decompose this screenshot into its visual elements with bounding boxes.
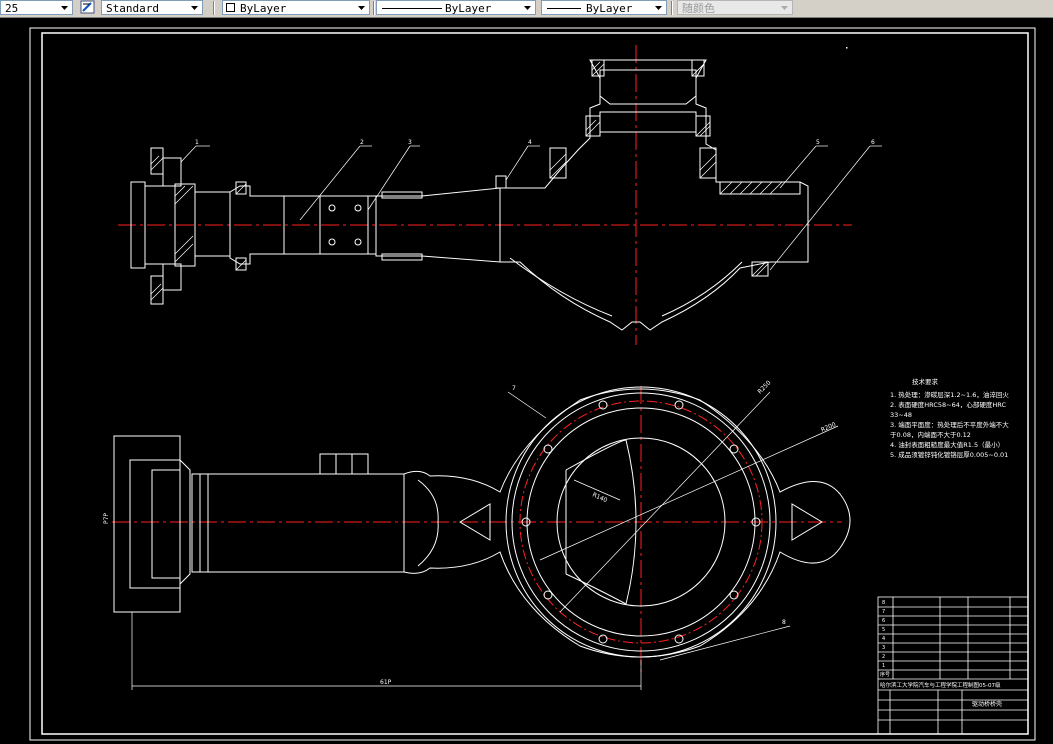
row-label: 4 — [882, 636, 885, 642]
tech-req-line: 5. 成品须镀锌钝化镀铬层厚0.005~0.01 — [890, 450, 1008, 459]
school-name: 哈尔滨工大学院汽车与工程学院工程制图05-07级 — [880, 681, 1001, 689]
tech-req-line: 4. 油封表面粗糙度最大值R1.5（最小） — [890, 440, 1004, 449]
lineweight-sample — [547, 8, 581, 9]
stray-point — [846, 47, 848, 49]
chevron-down-icon[interactable] — [522, 2, 533, 13]
frame-border — [41, 32, 1029, 735]
row-label: 7 — [882, 609, 885, 615]
toolbar-separator — [213, 1, 215, 15]
chevron-down-icon[interactable] — [653, 2, 664, 13]
callout-7: 7 — [512, 385, 516, 392]
drawing-canvas[interactable]: 1 2 3 4 5 6 61P P7P R250 R200 R140 7 8 技… — [0, 17, 1053, 744]
row-label: 2 — [882, 654, 885, 660]
callout-3: 3 — [408, 139, 412, 146]
lineweight-value: ByLayer — [586, 2, 633, 15]
tech-req-line: 3. 端面平面度：热处理后不平度外端不大 — [890, 420, 1009, 429]
chevron-down-icon — [779, 2, 790, 13]
text-style-dropdown[interactable]: Standard — [101, 0, 203, 15]
callout-6: 6 — [871, 139, 875, 146]
sheet-border — [29, 27, 1036, 741]
row-label: 8 — [882, 600, 885, 606]
linetype-dropdown[interactable]: ByLayer — [376, 0, 536, 15]
tech-req-line: 33~48 — [890, 411, 912, 419]
row-label: 序号 — [880, 671, 890, 678]
properties-toolbar: 25 Standard ByLayer ByLayer ByLayer 随颜色 — [0, 0, 1053, 18]
dimension-bottom: 61P — [380, 679, 392, 686]
callout-1: 1 — [195, 139, 199, 146]
callout-4: 4 — [528, 139, 532, 146]
chevron-down-icon[interactable] — [356, 2, 367, 13]
text-style-icon[interactable] — [80, 0, 96, 15]
part-name: 驱动桥桥壳 — [972, 700, 1002, 708]
callout-2: 2 — [360, 139, 364, 146]
parts-list — [877, 596, 1029, 735]
plot-style-dropdown: 随颜色 — [677, 0, 793, 15]
plot-style-value: 随颜色 — [682, 2, 715, 15]
layer-color-dropdown[interactable]: ByLayer — [222, 0, 370, 15]
linetype-value: ByLayer — [445, 2, 492, 15]
section-view — [118, 45, 882, 345]
toolbar-separator — [671, 1, 673, 15]
color-swatch-icon — [226, 3, 235, 12]
toolbar-separator — [373, 1, 375, 15]
radius-label-2: R200 — [820, 421, 837, 434]
chevron-down-icon[interactable] — [189, 2, 200, 13]
row-label: 6 — [882, 618, 885, 624]
row-label: 5 — [882, 627, 885, 633]
tech-requirements: 技术要求 1. 热处理：渗碳层深1.2~1.6，油淬回火 2. 表面硬度HRC5… — [890, 377, 1009, 459]
plan-view — [112, 386, 851, 690]
tech-req-title: 技术要求 — [912, 377, 939, 386]
text-style-value: Standard — [106, 2, 159, 15]
callout-5: 5 — [816, 139, 820, 146]
row-label: 1 — [882, 663, 885, 669]
lineweight-dropdown[interactable]: ByLayer — [541, 0, 667, 15]
tech-req-line: 1. 热处理：渗碳层深1.2~1.6，油淬回火 — [890, 390, 1009, 399]
dim-scale-dropdown[interactable]: 25 — [0, 0, 73, 15]
chevron-down-icon[interactable] — [59, 2, 70, 13]
row-label: 3 — [882, 645, 885, 651]
tech-req-line: 2. 表面硬度HRC58~64，心部硬度HRC — [890, 400, 1006, 409]
plan-left-flange — [113, 435, 181, 613]
linetype-sample — [382, 8, 442, 9]
radius-label-3: R140 — [591, 491, 608, 504]
tech-req-line: 于0.08，内端面不大于0.12 — [890, 430, 971, 439]
radius-label-1: R250 — [756, 379, 772, 395]
layer-color-value: ByLayer — [240, 2, 287, 15]
dim-scale-value: 25 — [5, 2, 19, 15]
dimension-left: P7P — [103, 513, 110, 524]
callout-8: 8 — [782, 619, 786, 626]
